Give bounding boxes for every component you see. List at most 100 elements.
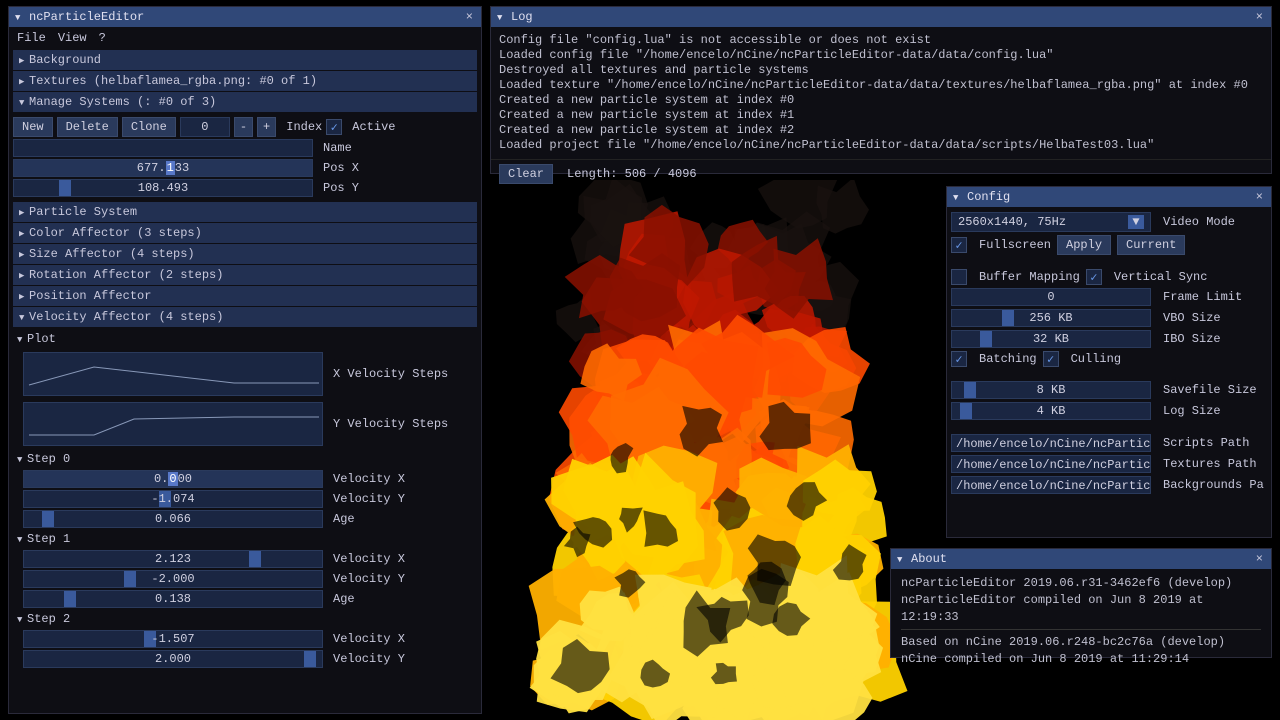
menu-file[interactable]: File [17, 31, 46, 45]
chevron-right-icon [19, 289, 29, 303]
editor-titlebar[interactable]: ncParticleEditor × [9, 7, 481, 27]
step2-vy[interactable]: 2.000 [23, 650, 323, 668]
chevron-right-icon [19, 53, 29, 67]
chevron-right-icon [19, 74, 29, 88]
step0-header[interactable]: Step 0 [13, 450, 477, 468]
x-velocity-plot[interactable] [23, 352, 323, 396]
chevron-down-icon [17, 612, 27, 626]
close-icon[interactable]: × [464, 10, 475, 24]
step1-header[interactable]: Step 1 [13, 530, 477, 548]
step2-header[interactable]: Step 2 [13, 610, 477, 628]
config-titlebar[interactable]: Config × [947, 187, 1271, 207]
log-content: Config file "config.lua" is not accessib… [491, 27, 1271, 159]
section-rotation-affector[interactable]: Rotation Affector (2 steps) [13, 265, 477, 285]
log-panel: Log × Config file "config.lua" is not ac… [490, 6, 1272, 174]
delete-button[interactable]: Delete [57, 117, 118, 137]
about-line: nCine compiled on Jun 8 2019 at 11:29:14 [901, 651, 1261, 668]
chevron-right-icon [19, 226, 29, 240]
editor-title: ncParticleEditor [29, 10, 144, 24]
ysteps-label: Y Velocity Steps [333, 417, 448, 431]
vbo-slider[interactable]: 256 KB [951, 309, 1151, 327]
menubar: File View ? [9, 27, 481, 49]
about-line: ncParticleEditor 2019.06.r31-3462ef6 (de… [901, 575, 1261, 592]
step1-age[interactable]: 0.138 [23, 590, 323, 608]
section-size-affector[interactable]: Size Affector (4 steps) [13, 244, 477, 264]
index-minus[interactable]: - [234, 117, 253, 137]
fullscreen-checkbox[interactable] [951, 237, 967, 253]
scripts-path-input[interactable]: /home/encelo/nCine/ncParticleE [951, 434, 1151, 452]
posy-label: Pos Y [323, 181, 359, 195]
batching-checkbox[interactable] [951, 351, 967, 367]
section-color-affector[interactable]: Color Affector (3 steps) [13, 223, 477, 243]
name-input[interactable] [13, 139, 313, 157]
apply-button[interactable]: Apply [1057, 235, 1111, 255]
about-line: ncParticleEditor compiled on Jun 8 2019 … [901, 592, 1261, 626]
y-velocity-plot[interactable] [23, 402, 323, 446]
about-title: About [911, 552, 947, 566]
section-position-affector[interactable]: Position Affector [13, 286, 477, 306]
close-icon[interactable]: × [1254, 552, 1265, 566]
vsync-checkbox[interactable] [1086, 269, 1102, 285]
collapse-icon [15, 10, 25, 24]
plot-header[interactable]: Plot [13, 330, 477, 348]
dropdown-icon: ▼ [1128, 215, 1144, 229]
log-length: Length: 506 / 4096 [567, 167, 697, 181]
frame-limit-slider[interactable]: 0 [951, 288, 1151, 306]
collapse-icon [497, 10, 507, 24]
index-input[interactable]: 0 [180, 117, 230, 137]
chevron-down-icon [19, 95, 29, 109]
xsteps-label: X Velocity Steps [333, 367, 448, 381]
step0-vx[interactable]: 0.000 [23, 470, 323, 488]
close-icon[interactable]: × [1254, 10, 1265, 24]
posy-slider[interactable]: 108.493 [13, 179, 313, 197]
active-checkbox[interactable] [326, 119, 342, 135]
collapse-icon [953, 190, 963, 204]
chevron-down-icon [17, 332, 27, 346]
step1-vy[interactable]: -2.000 [23, 570, 323, 588]
log-titlebar[interactable]: Log × [491, 7, 1271, 27]
step0-vy[interactable]: -1.074 [23, 490, 323, 508]
chevron-right-icon [19, 205, 29, 219]
menu-view[interactable]: View [58, 31, 87, 45]
logsize-slider[interactable]: 4 KB [951, 402, 1151, 420]
ibo-slider[interactable]: 32 KB [951, 330, 1151, 348]
section-velocity-affector[interactable]: Velocity Affector (4 steps) [13, 307, 477, 327]
section-particle-system[interactable]: Particle System [13, 202, 477, 222]
config-panel: Config × 2560x1440, 75Hz▼ Video Mode Ful… [946, 186, 1272, 538]
menu-help[interactable]: ? [99, 31, 106, 45]
about-line: Based on nCine 2019.06.r248-bc2c76a (dev… [901, 634, 1261, 651]
log-title: Log [511, 10, 533, 24]
section-textures[interactable]: Textures (helbaflamea_rgba.png: #0 of 1) [13, 71, 477, 91]
posx-label: Pos X [323, 161, 359, 175]
culling-checkbox[interactable] [1043, 351, 1059, 367]
step0-age[interactable]: 0.066 [23, 510, 323, 528]
about-titlebar[interactable]: About × [891, 549, 1271, 569]
video-mode-select[interactable]: 2560x1440, 75Hz▼ [951, 212, 1151, 232]
active-label: Active [352, 120, 395, 134]
step1-vx[interactable]: 2.123 [23, 550, 323, 568]
manage-body: New Delete Clone 0 - + Index Active Name… [9, 113, 481, 201]
collapse-icon [897, 552, 907, 566]
step2-vx[interactable]: -1.507 [23, 630, 323, 648]
editor-panel: ncParticleEditor × File View ? Backgroun… [8, 6, 482, 714]
section-manage-systems[interactable]: Manage Systems (: #0 of 3) [13, 92, 477, 112]
chevron-right-icon [19, 247, 29, 261]
about-panel: About × ncParticleEditor 2019.06.r31-346… [890, 548, 1272, 658]
clone-button[interactable]: Clone [122, 117, 176, 137]
chevron-down-icon [17, 452, 27, 466]
velocity-body: Plot X Velocity Steps Y Velocity Steps S… [9, 328, 481, 672]
section-background[interactable]: Background [13, 50, 477, 70]
close-icon[interactable]: × [1254, 190, 1265, 204]
chevron-right-icon [19, 268, 29, 282]
current-button[interactable]: Current [1117, 235, 1185, 255]
buffer-mapping-checkbox[interactable] [951, 269, 967, 285]
savefile-slider[interactable]: 8 KB [951, 381, 1151, 399]
posx-slider[interactable]: 677.133 [13, 159, 313, 177]
chevron-down-icon [19, 310, 29, 324]
name-label: Name [323, 141, 352, 155]
new-button[interactable]: New [13, 117, 53, 137]
textures-path-input[interactable]: /home/encelo/nCine/ncParticleE [951, 455, 1151, 473]
chevron-down-icon [17, 532, 27, 546]
index-plus[interactable]: + [257, 117, 276, 137]
backgrounds-path-input[interactable]: /home/encelo/nCine/ncParticleE [951, 476, 1151, 494]
